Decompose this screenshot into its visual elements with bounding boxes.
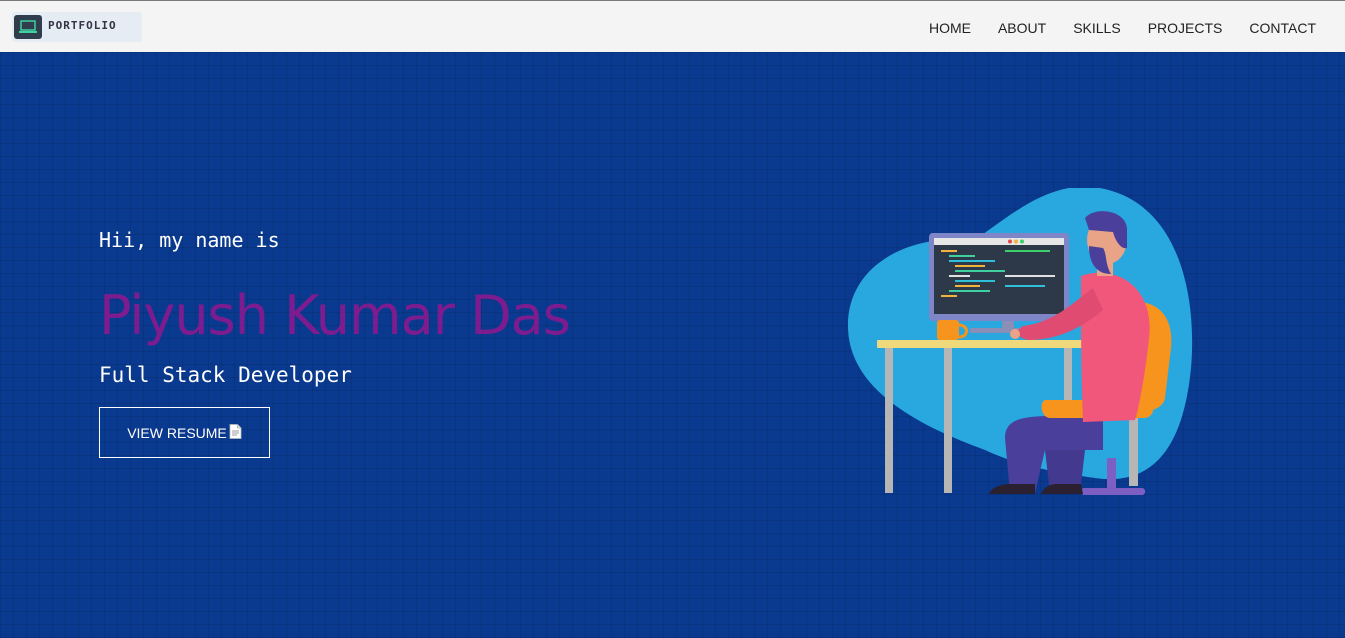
view-resume-label: VIEW RESUME — [127, 424, 227, 441]
developer-at-desk-illustration — [847, 188, 1193, 495]
hero-greeting: Hii, my name is — [99, 228, 280, 252]
nav-contact[interactable]: CONTACT — [1249, 20, 1316, 36]
hero-role: Full Stack Developer — [99, 363, 352, 387]
logo-text: PORTFOLIO — [48, 19, 117, 32]
logo[interactable]: PORTFOLIO — [12, 12, 142, 42]
nav-home[interactable]: HOME — [929, 20, 971, 36]
document-icon — [229, 423, 242, 442]
nav-projects[interactable]: PROJECTS — [1148, 20, 1223, 36]
nav-about[interactable]: ABOUT — [998, 20, 1046, 36]
nav-skills[interactable]: SKILLS — [1073, 20, 1120, 36]
view-resume-button[interactable]: VIEW RESUME — [99, 407, 270, 458]
hero-section: Hii, my name is Piyush Kumar Das Full St… — [0, 52, 1345, 638]
main-nav: HOME ABOUT SKILLS PROJECTS CONTACT — [902, 20, 1316, 36]
laptop-icon — [14, 15, 42, 39]
hero-name: Piyush Kumar Das — [99, 284, 571, 347]
navbar: PORTFOLIO HOME ABOUT SKILLS PROJECTS CON… — [0, 1, 1345, 52]
